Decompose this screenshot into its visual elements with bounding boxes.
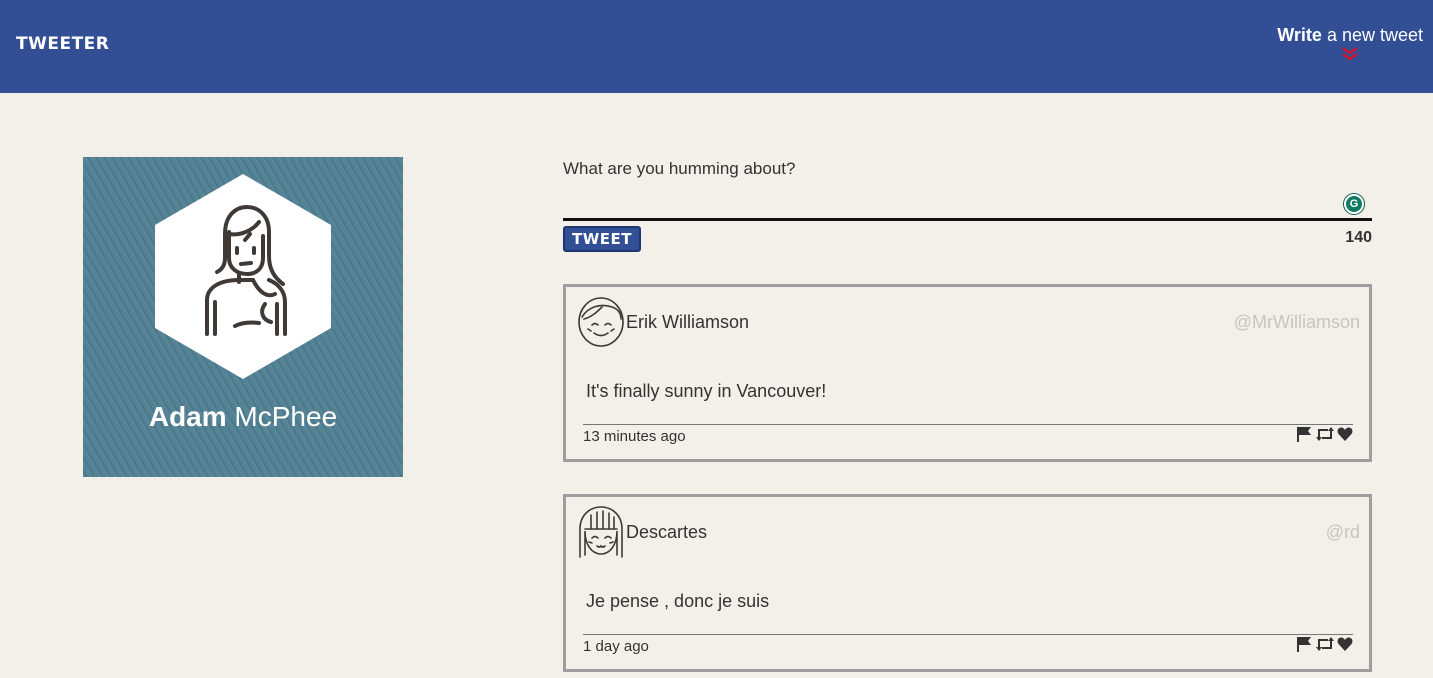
tweet-timestamp: 13 minutes ago bbox=[583, 428, 686, 445]
man-avatar-icon bbox=[578, 297, 624, 347]
tweet-footer: 1 day ago bbox=[583, 634, 1353, 660]
heart-icon[interactable] bbox=[1337, 636, 1353, 652]
profile-first-name: Adam bbox=[148, 401, 227, 432]
woman-avatar-icon bbox=[155, 174, 331, 379]
heart-icon[interactable] bbox=[1337, 426, 1353, 442]
tweet-timestamp: 1 day ago bbox=[583, 638, 649, 655]
brand-logo[interactable]: TWEETER bbox=[16, 34, 109, 54]
profile-last-name: McPhee bbox=[226, 401, 338, 432]
tweet-submit-button[interactable]: TWEET bbox=[563, 226, 641, 252]
tweet-author-name: Descartes bbox=[626, 522, 708, 542]
flag-icon[interactable] bbox=[1296, 426, 1313, 442]
compose-form: G TWEET 140 bbox=[563, 157, 1372, 252]
profile-card: Adam McPhee bbox=[83, 157, 403, 477]
grammarly-icon[interactable]: G bbox=[1344, 194, 1364, 214]
write-new-tweet-toggle[interactable]: Write a new tweet bbox=[1277, 25, 1423, 61]
tweet-author-handle: @rd bbox=[1325, 522, 1360, 542]
compose-toggle-bold: Write bbox=[1277, 25, 1322, 45]
tweet-actions bbox=[1296, 426, 1353, 442]
tweet-card: Erik Williamson @MrWilliamson It's final… bbox=[563, 284, 1372, 462]
tweet-textarea[interactable] bbox=[563, 157, 1372, 221]
top-nav: TWEETER Write a new tweet bbox=[0, 0, 1433, 93]
tweet-author-handle: @MrWilliamson bbox=[1233, 312, 1360, 332]
double-chevron-down-icon bbox=[1342, 47, 1358, 61]
retweet-icon[interactable] bbox=[1315, 636, 1335, 652]
tweet-footer: 13 minutes ago bbox=[583, 424, 1353, 450]
tweet-actions bbox=[1296, 636, 1353, 652]
girl-avatar-icon bbox=[579, 506, 623, 558]
tweet-author-name: Erik Williamson bbox=[626, 312, 750, 332]
profile-name: Adam McPhee bbox=[83, 401, 403, 433]
character-counter: 140 bbox=[1345, 229, 1372, 246]
tweet-card: Descartes @rd Je pense , donc je suis 1 … bbox=[563, 494, 1372, 672]
tweet-text: Je pense , donc je suis bbox=[586, 591, 770, 611]
flag-icon[interactable] bbox=[1296, 636, 1313, 652]
tweet-text: It's finally sunny in Vancouver! bbox=[586, 381, 827, 401]
compose-toggle-label: a new tweet bbox=[1321, 25, 1423, 45]
retweet-icon[interactable] bbox=[1315, 426, 1335, 442]
